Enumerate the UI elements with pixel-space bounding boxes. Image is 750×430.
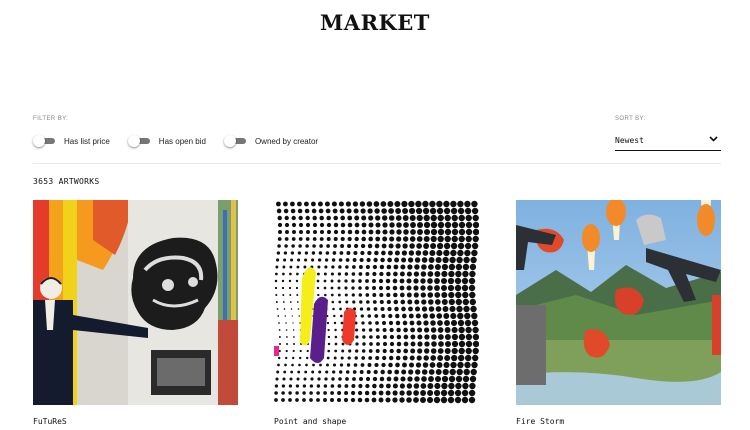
sort-value: Newest: [615, 135, 644, 145]
filter-by-label: FILTER BY:: [33, 116, 69, 122]
filter-has-open-bid[interactable]: Has open bid: [127, 135, 206, 147]
artwork-title[interactable]: FuTuReS: [33, 417, 67, 426]
divider: [33, 163, 721, 164]
page-title: MARKET: [320, 10, 430, 35]
artwork-image[interactable]: [516, 200, 721, 405]
artwork-image[interactable]: [274, 200, 479, 405]
artwork-title[interactable]: Fire Storm: [516, 417, 564, 426]
filter-label: Has list price: [64, 136, 110, 146]
artwork-count: 3653 ARTWORKS: [33, 177, 100, 186]
artwork-card-point-and-shape[interactable]: Point and shape: [274, 200, 479, 426]
sort-select[interactable]: Newest: [615, 130, 721, 151]
filter-label: Has open bid: [158, 136, 206, 146]
filter-owned-by-creator[interactable]: Owned by creator: [223, 135, 319, 147]
toggle-switch[interactable]: [33, 135, 57, 147]
toggle-switch[interactable]: [127, 135, 152, 147]
filter-bar: Has list price Has open bid Owned by cre…: [33, 135, 336, 147]
artwork-image[interactable]: [33, 200, 238, 405]
artwork-card-fire-storm[interactable]: Fire Storm: [516, 200, 721, 426]
artwork-title[interactable]: Point and shape: [274, 417, 346, 426]
filter-has-list-price[interactable]: Has list price: [33, 135, 110, 147]
toggle-switch[interactable]: [223, 135, 248, 147]
filter-label: Owned by creator: [254, 136, 319, 146]
sort-by-label: SORT BY:: [615, 116, 646, 122]
chevron-down-icon: [709, 136, 718, 142]
artwork-card-futures[interactable]: FuTuReS: [33, 200, 238, 426]
